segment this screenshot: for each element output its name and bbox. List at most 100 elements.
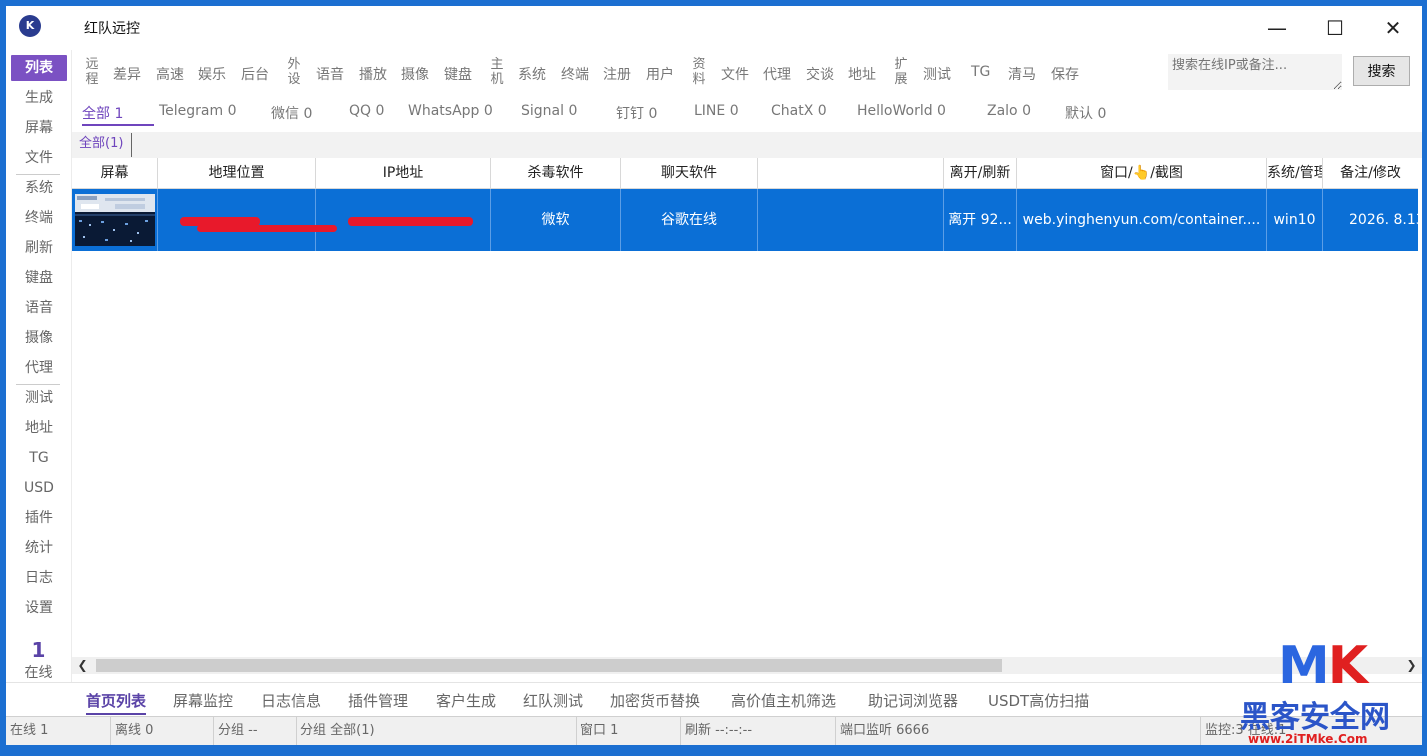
group-tab-all[interactable]: 全部(1) bbox=[79, 133, 133, 157]
sidebar-item-log[interactable]: 日志 bbox=[11, 565, 67, 591]
close-button[interactable]: ✕ bbox=[1364, 6, 1422, 50]
status-port: 端口监听 6666 bbox=[836, 717, 1201, 745]
status-group-all: 分组 全部(1) bbox=[296, 717, 577, 745]
status-offline: 离线 0 bbox=[111, 717, 214, 745]
sidebar-item-file[interactable]: 文件 bbox=[11, 145, 67, 171]
filter-tab-line[interactable]: LINE 0 bbox=[694, 103, 739, 119]
toolbar-address[interactable]: 地址 bbox=[848, 64, 876, 84]
filter-tab-chatx[interactable]: ChatX 0 bbox=[771, 103, 827, 119]
sidebar-item-refresh[interactable]: 刷新 bbox=[11, 235, 67, 261]
tab-mnemonic-browser[interactable]: 助记词浏览器 bbox=[868, 690, 958, 711]
toolbar-entertainment[interactable]: 娱乐 bbox=[198, 64, 226, 84]
toolbar-play[interactable]: 播放 bbox=[359, 64, 387, 84]
toolbar-user[interactable]: 用户 bbox=[646, 64, 674, 84]
sidebar-item-tg[interactable]: TG bbox=[11, 445, 67, 471]
sidebar-item-keyboard[interactable]: 键盘 bbox=[11, 265, 67, 291]
column-header-location[interactable]: 地理位置 bbox=[158, 158, 316, 188]
filter-tab-all[interactable]: 全部 1 bbox=[82, 103, 123, 123]
sidebar-item-proxy[interactable]: 代理 bbox=[11, 355, 67, 381]
toolbar-system[interactable]: 系统 bbox=[518, 64, 546, 84]
filter-tab-default[interactable]: 默认 0 bbox=[1065, 103, 1106, 123]
column-header-blank[interactable] bbox=[758, 158, 944, 188]
toolbar-proxy[interactable]: 代理 bbox=[763, 64, 791, 84]
sidebar-item-usd[interactable]: USD bbox=[11, 475, 67, 501]
scrollbar-thumb[interactable] bbox=[96, 659, 1002, 672]
tab-screen-monitor[interactable]: 屏幕监控 bbox=[173, 690, 233, 711]
toolbar-peripheral[interactable]: 外设 bbox=[286, 57, 302, 87]
filter-tab-whatsapp[interactable]: WhatsApp 0 bbox=[408, 103, 493, 119]
column-header-ip[interactable]: IP地址 bbox=[316, 158, 491, 188]
filter-tab-zalo[interactable]: Zalo 0 bbox=[987, 103, 1031, 119]
toolbar-host[interactable]: 主机 bbox=[489, 57, 505, 87]
sidebar-item-system[interactable]: 系统 bbox=[11, 175, 67, 201]
sidebar-item-terminal[interactable]: 终端 bbox=[11, 205, 67, 231]
tab-home-list[interactable]: 首页列表 bbox=[86, 690, 147, 715]
filter-tab-wechat[interactable]: 微信 0 bbox=[271, 103, 312, 123]
toolbar-extend[interactable]: 扩展 bbox=[893, 57, 909, 87]
status-group: 分组 -- bbox=[214, 717, 297, 745]
sidebar-item-generate[interactable]: 生成 bbox=[11, 85, 67, 111]
filter-tab-signal[interactable]: Signal 0 bbox=[521, 103, 577, 119]
toolbar-test[interactable]: 测试 bbox=[923, 64, 951, 84]
minimize-button[interactable]: — bbox=[1248, 6, 1306, 50]
toolbar-camera[interactable]: 摄像 bbox=[401, 64, 429, 84]
watermark-url: www.2iTMke.Com bbox=[1248, 732, 1368, 746]
app-window: K 红队远控 — ☐ ✕ 列表 生成 屏幕 文件 系统 终端 刷新 键盘 语音 … bbox=[6, 6, 1422, 745]
active-tab-underline bbox=[82, 124, 154, 126]
sidebar-item-address[interactable]: 地址 bbox=[11, 415, 67, 441]
tab-plugin-manage[interactable]: 插件管理 bbox=[348, 690, 408, 711]
tab-client-generate[interactable]: 客户生成 bbox=[436, 690, 496, 711]
column-header-away[interactable]: 离开/刷新 bbox=[944, 158, 1017, 188]
sidebar: 列表 生成 屏幕 文件 系统 终端 刷新 键盘 语音 摄像 代理 测试 地址 T… bbox=[6, 50, 72, 682]
filter-tab-helloworld[interactable]: HelloWorld 0 bbox=[857, 103, 946, 119]
filter-tab-telegram[interactable]: Telegram 0 bbox=[159, 103, 237, 119]
toolbar-chat[interactable]: 交谈 bbox=[806, 64, 834, 84]
sidebar-item-screen[interactable]: 屏幕 bbox=[11, 115, 67, 141]
toolbar-remote[interactable]: 远程 bbox=[84, 57, 100, 87]
toolbar-clean[interactable]: 清马 bbox=[1008, 64, 1036, 84]
table-row[interactable]: 微软 谷歌在线 离开 92... web.yinghenyun.com/cont… bbox=[72, 189, 1418, 251]
scroll-left-icon[interactable]: ❮ bbox=[74, 657, 91, 674]
tab-crypto-replace[interactable]: 加密货币替换 bbox=[610, 690, 700, 711]
toolbar-tg[interactable]: TG bbox=[971, 64, 990, 80]
column-header-screen[interactable]: 屏幕 bbox=[72, 158, 158, 188]
column-header-chat[interactable]: 聊天软件 bbox=[621, 158, 758, 188]
toolbar-highspeed[interactable]: 高速 bbox=[156, 64, 184, 84]
column-header-system[interactable]: 系统/管理 bbox=[1267, 158, 1323, 188]
toolbar-file[interactable]: 文件 bbox=[721, 64, 749, 84]
tab-high-value-filter[interactable]: 高价值主机筛选 bbox=[731, 690, 836, 711]
sidebar-item-camera[interactable]: 摄像 bbox=[11, 325, 67, 351]
sidebar-item-voice[interactable]: 语音 bbox=[11, 295, 67, 321]
toolbar-terminal[interactable]: 终端 bbox=[561, 64, 589, 84]
column-header-antivirus[interactable]: 杀毒软件 bbox=[491, 158, 621, 188]
toolbar-voice[interactable]: 语音 bbox=[316, 64, 344, 84]
sidebar-item-test[interactable]: 测试 bbox=[11, 385, 67, 411]
column-header-window[interactable]: 窗口/👆/截图 bbox=[1017, 158, 1267, 188]
sidebar-item-plugin[interactable]: 插件 bbox=[11, 505, 67, 531]
filter-tab-qq[interactable]: QQ 0 bbox=[349, 103, 384, 119]
watermark-text: 黑客安全网 bbox=[1240, 700, 1390, 735]
sidebar-item-settings[interactable]: 设置 bbox=[11, 595, 67, 621]
status-refresh: 刷新 --:--:-- bbox=[681, 717, 836, 745]
column-header-note[interactable]: 备注/修改 bbox=[1323, 158, 1418, 188]
toolbar-background[interactable]: 后台 bbox=[241, 64, 269, 84]
horizontal-scrollbar[interactable]: ❮ ❯ bbox=[72, 657, 1422, 674]
sidebar-item-stats[interactable]: 统计 bbox=[11, 535, 67, 561]
tab-log-info[interactable]: 日志信息 bbox=[261, 690, 321, 711]
window-title: 红队远控 bbox=[84, 21, 140, 37]
maximize-button[interactable]: ☐ bbox=[1306, 6, 1364, 50]
search-input[interactable] bbox=[1168, 54, 1342, 90]
filter-tab-dingtalk[interactable]: 钉钉 0 bbox=[616, 103, 657, 123]
cell-chat: 谷歌在线 bbox=[621, 189, 758, 251]
watermark-logo: MK 黑客安全网 www.2iTMke.Com bbox=[1240, 636, 1420, 751]
sidebar-item-list[interactable]: 列表 bbox=[11, 55, 67, 81]
search-button[interactable]: 搜索 bbox=[1353, 56, 1410, 86]
tab-usdt-scan[interactable]: USDT高仿扫描 bbox=[988, 690, 1089, 711]
tab-redteam-test[interactable]: 红队测试 bbox=[523, 690, 583, 711]
cell-window: web.yinghenyun.com/container.... bbox=[1017, 189, 1267, 251]
toolbar-save[interactable]: 保存 bbox=[1051, 64, 1079, 84]
toolbar-registry[interactable]: 注册 bbox=[603, 64, 631, 84]
toolbar-profile[interactable]: 资料 bbox=[691, 57, 707, 87]
toolbar-diff[interactable]: 差异 bbox=[113, 64, 141, 84]
toolbar-keyboard[interactable]: 键盘 bbox=[444, 64, 472, 84]
